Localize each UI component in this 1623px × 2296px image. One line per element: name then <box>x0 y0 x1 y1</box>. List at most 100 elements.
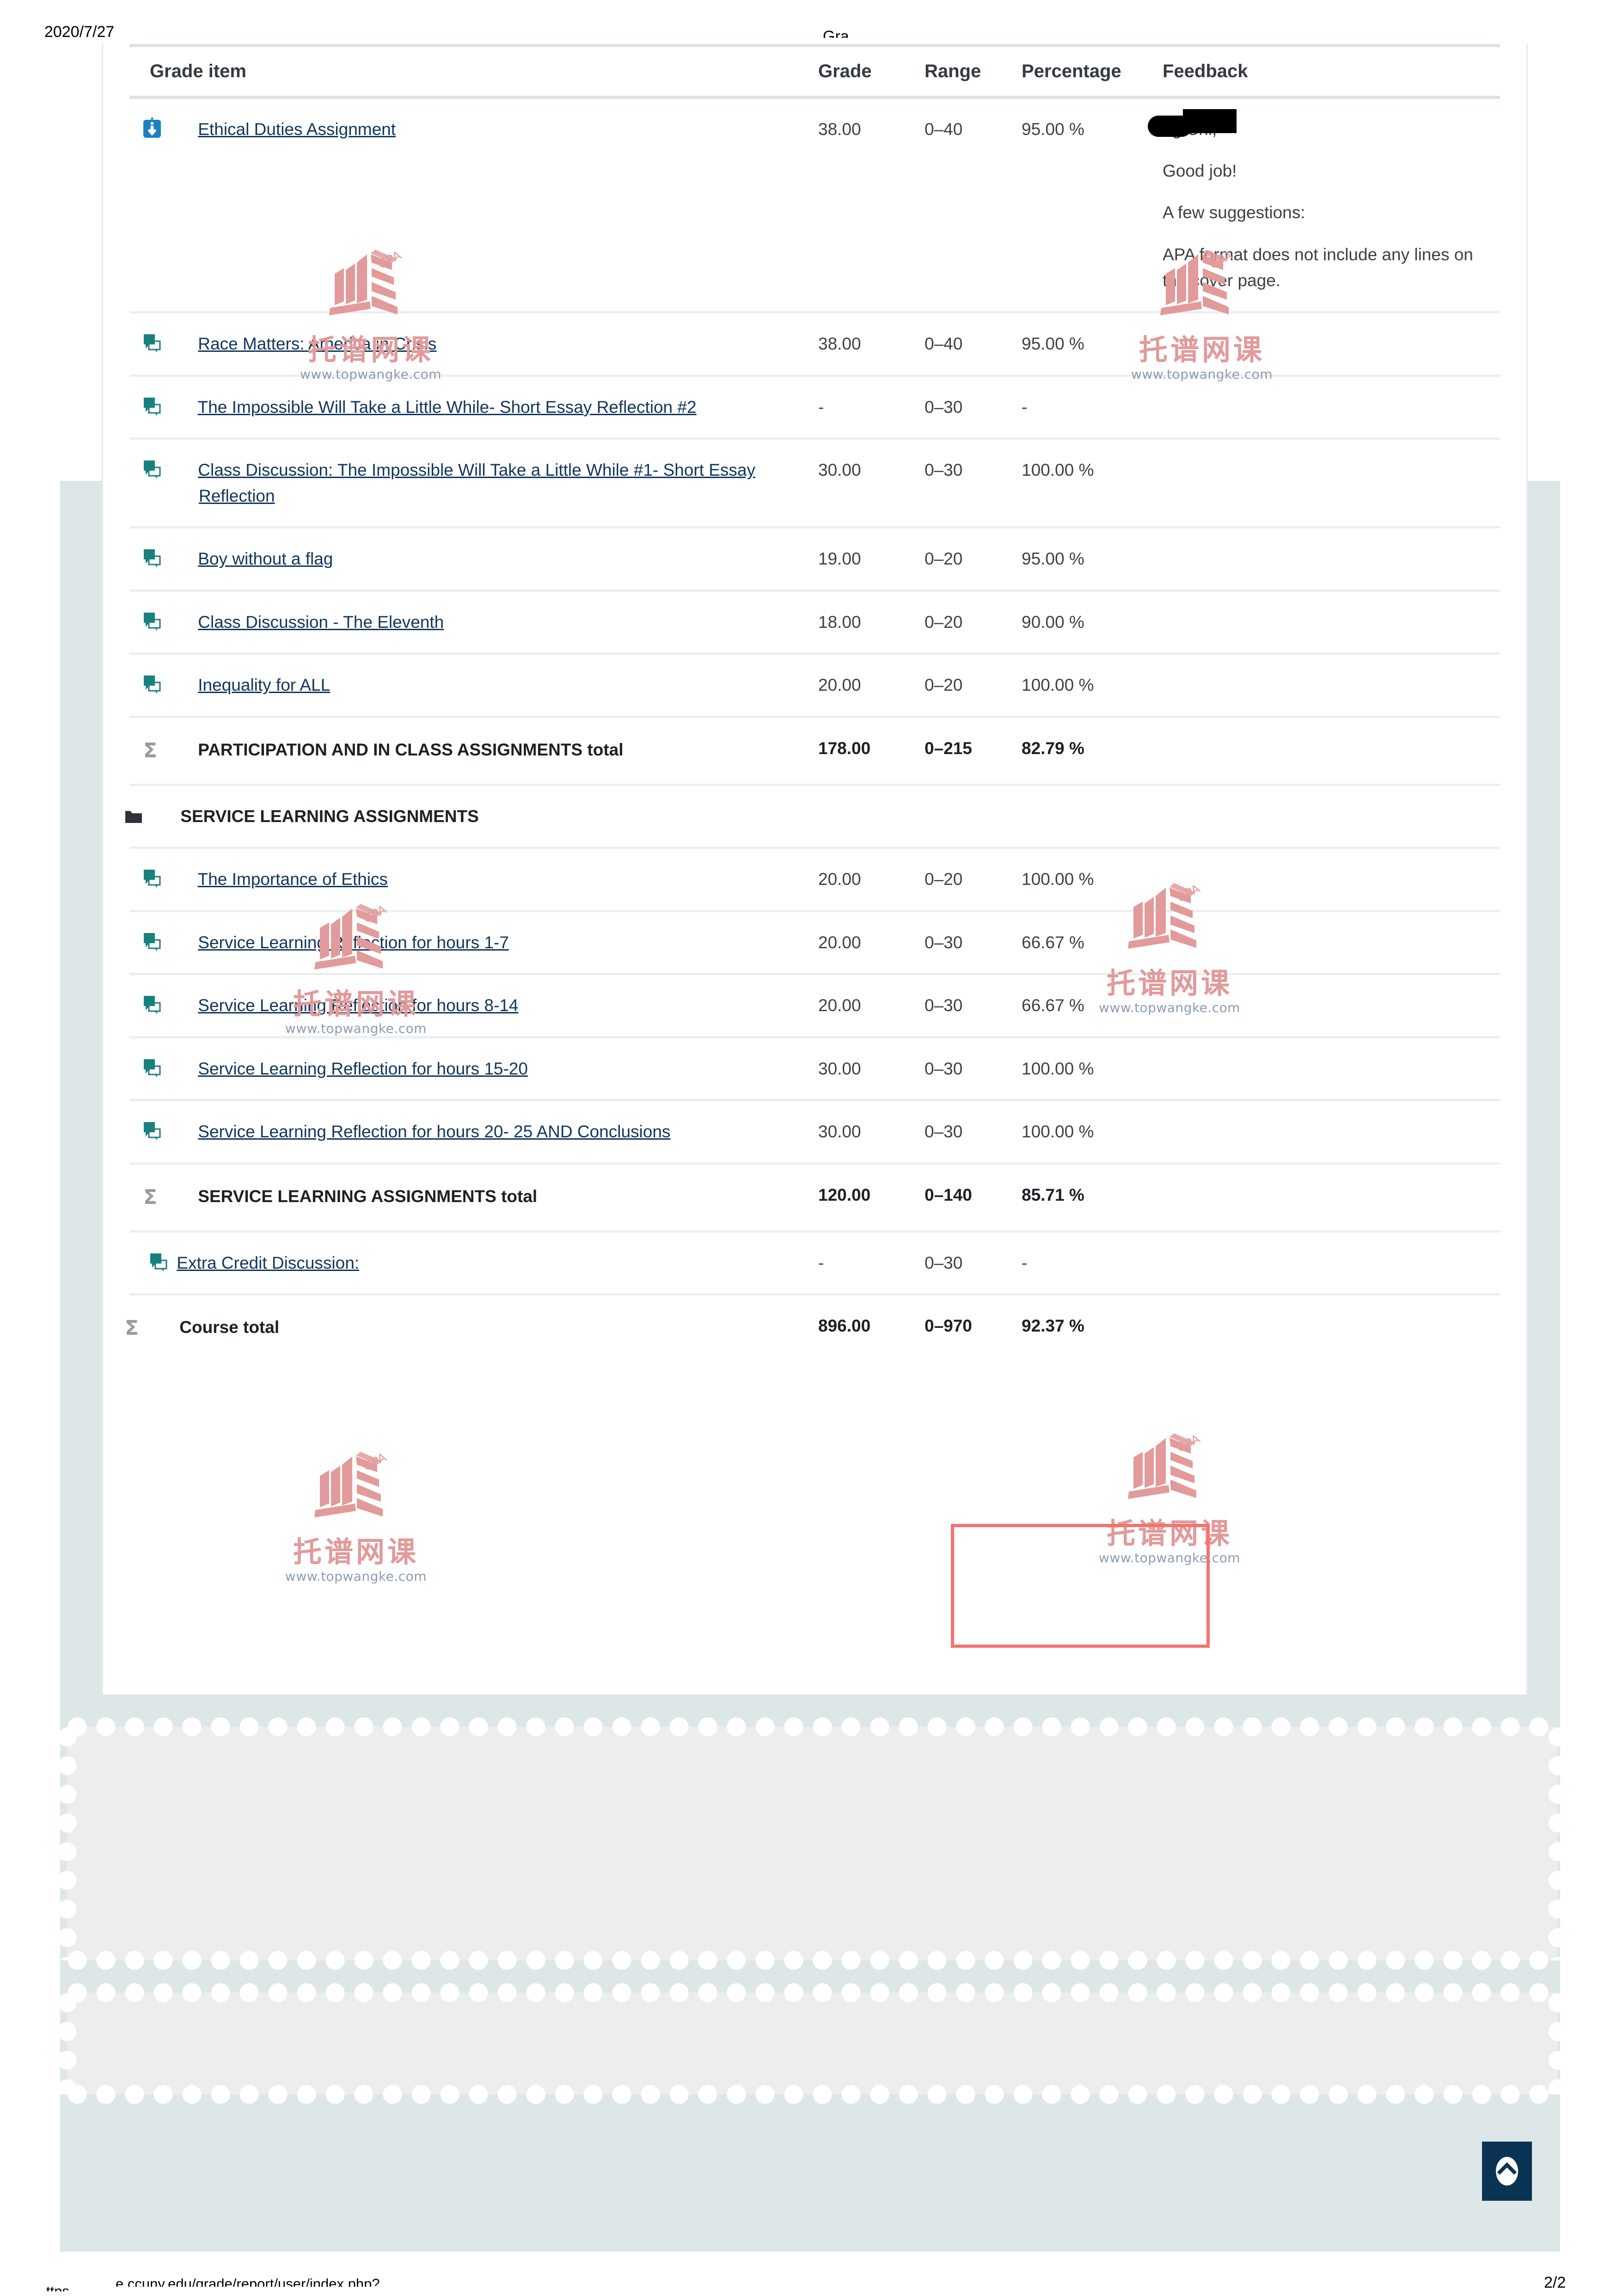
grade-item-link[interactable]: Race Matters: America in Crisis <box>198 334 436 353</box>
forum-icon <box>144 397 189 416</box>
grade-item-link[interactable]: Boy without a flag <box>198 549 333 568</box>
grade-item-link[interactable]: Class Discussion: The Impossible Will Ta… <box>198 460 755 505</box>
category-total-label: SERVICE LEARNING ASSIGNMENTS total <box>198 1186 538 1206</box>
grade-item-link[interactable]: Extra Credit Discussion: <box>177 1253 359 1272</box>
table-row[interactable]: The Importance of Ethics 20.00 0–20 100.… <box>129 847 1500 911</box>
scallop-edge-left <box>57 1727 77 1960</box>
table-row[interactable]: Service Learning Reflection for hours 20… <box>129 1099 1500 1164</box>
grade-item-link[interactable]: Service Learning Reflection for hours 15… <box>198 1059 528 1078</box>
feedback-value <box>1163 589 1500 654</box>
grade-item-link[interactable]: Class Discussion - The Eleventh <box>198 613 444 632</box>
scroll-to-top-button[interactable] <box>1482 2142 1532 2201</box>
grade-value: 18.00 <box>818 589 925 654</box>
feedback-value <box>1163 311 1500 376</box>
column-header-grade-item[interactable]: Grade item <box>129 44 818 99</box>
table-row[interactable]: Ethical Duties Assignment 38.00 0–40 95.… <box>129 98 1500 313</box>
grade-report-table: Grade item Grade Range Percentage Feedba… <box>125 44 1500 1362</box>
grade-item-link[interactable]: Service Learning Reflection for hours 8-… <box>198 996 518 1015</box>
percentage-value: - <box>1022 374 1163 439</box>
table-row[interactable]: Inequality for ALL 20.00 0–20 100.00 % <box>129 652 1500 717</box>
table-row[interactable]: Boy without a flag 19.00 0–20 95.00 % <box>129 526 1500 591</box>
table-row[interactable]: Service Learning Reflection for hours 8-… <box>129 973 1500 1037</box>
grade-value: - <box>818 374 925 439</box>
grade-value: 896.00 <box>818 1293 925 1362</box>
table-row[interactable]: Service Learning Reflection for hours 1-… <box>129 909 1500 974</box>
grade-value: 20.00 <box>818 973 925 1037</box>
course-total-label: Course total <box>179 1318 280 1337</box>
grade-item-cell: Boy without a flag <box>129 526 818 591</box>
grade-item-cell: Σ Course total <box>125 1293 818 1362</box>
column-header-percentage[interactable]: Percentage <box>1022 44 1163 99</box>
percentage-value: - <box>1022 1230 1163 1295</box>
feedback-spacer <box>1163 142 1500 158</box>
grade-item-cell: Race Matters: America in Crisis <box>129 311 818 376</box>
forum-icon <box>144 549 189 568</box>
percentage-value: 66.67 % <box>1022 973 1163 1037</box>
column-header-grade[interactable]: Grade <box>818 44 925 99</box>
grade-item-cell: Class Discussion - The Eleventh <box>129 589 818 654</box>
grade-item-link[interactable]: Ethical Duties Assignment <box>198 120 396 139</box>
percentage-value: 100.00 % <box>1022 652 1163 717</box>
feedback-value <box>1163 526 1500 591</box>
percentage-value: 92.37 % <box>1022 1293 1163 1362</box>
feedback-value <box>1163 374 1500 439</box>
grade-item-link[interactable]: Service Learning Reflection for hours 1-… <box>198 933 509 952</box>
percentage-value: 66.67 % <box>1022 909 1163 974</box>
feedback-value <box>1163 783 1500 848</box>
column-header-feedback[interactable]: Feedback <box>1163 44 1500 99</box>
range-value: 0–30 <box>925 1099 1022 1164</box>
table-row[interactable]: Race Matters: America in Crisis 38.00 0–… <box>129 311 1500 376</box>
table-row[interactable]: The Impossible Will Take a Little While-… <box>129 374 1500 439</box>
range-value: 0–20 <box>925 847 1022 911</box>
grade-value: 20.00 <box>818 909 925 974</box>
range-value: 0–30 <box>925 374 1022 439</box>
grade-value: 120.00 <box>818 1162 925 1232</box>
percentage-value: 100.00 % <box>1022 1036 1163 1100</box>
range-value: 0–30 <box>925 909 1022 974</box>
range-value: 0–20 <box>925 526 1022 591</box>
forum-icon <box>144 675 189 694</box>
table-row[interactable]: Extra Credit Discussion: - 0–30 - <box>129 1230 1500 1295</box>
range-value: 0–30 <box>925 1036 1022 1100</box>
feedback-value <box>1163 909 1500 974</box>
range-value <box>925 783 1022 848</box>
grade-item-link[interactable]: The Impossible Will Take a Little While-… <box>198 398 697 417</box>
column-header-range[interactable]: Range <box>925 44 1022 99</box>
feedback-value <box>1163 1230 1500 1295</box>
folder-icon <box>125 805 170 823</box>
percentage-value: 100.00 % <box>1022 1099 1163 1164</box>
grade-value: 19.00 <box>818 526 925 591</box>
scalloped-block-lower <box>57 1983 1568 2104</box>
table-row-course-total: Σ Course total 896.00 0–970 92.37 % <box>125 1293 1500 1362</box>
forum-icon <box>144 612 189 631</box>
grade-item-cell: Service Learning Reflection for hours 20… <box>129 1099 818 1164</box>
table-row[interactable]: Class Discussion: The Impossible Will Ta… <box>129 437 1500 528</box>
grade-value: 20.00 <box>818 652 925 717</box>
grade-value: 20.00 <box>818 847 925 911</box>
feedback-line-2: A few suggestions: <box>1163 203 1305 222</box>
percentage-value: 100.00 % <box>1022 847 1163 911</box>
table-row[interactable]: Service Learning Reflection for hours 15… <box>129 1036 1500 1100</box>
grade-value <box>818 783 925 848</box>
grade-item-cell: Extra Credit Discussion: <box>129 1230 818 1295</box>
grade-value: 178.00 <box>818 715 925 785</box>
table-row[interactable]: Class Discussion - The Eleventh 18.00 0–… <box>129 589 1500 654</box>
percentage-value: 100.00 % <box>1022 437 1163 528</box>
feedback-value <box>1163 1099 1500 1164</box>
grade-item-cell: Class Discussion: The Impossible Will Ta… <box>129 437 818 528</box>
feedback-value <box>1163 1162 1500 1232</box>
forum-icon <box>144 1059 189 1077</box>
red-highlight-annotation <box>951 1524 1210 1648</box>
scallop-edge-bottom <box>67 2085 1558 2104</box>
grade-item-link[interactable]: The Importance of Ethics <box>198 870 388 889</box>
scallop-edge-right <box>1548 1993 1568 2094</box>
scallop-edge-top <box>67 1717 1558 1737</box>
feedback-value <box>1163 437 1500 528</box>
feedback-value <box>1163 847 1500 911</box>
forum-icon <box>144 995 189 1014</box>
grade-item-link[interactable]: Service Learning Reflection for hours 20… <box>198 1122 670 1141</box>
grade-value: 30.00 <box>818 437 925 528</box>
feedback-spacer <box>1163 184 1500 200</box>
range-value: 0–40 <box>925 311 1022 376</box>
grade-item-link[interactable]: Inequality for ALL <box>198 675 330 694</box>
